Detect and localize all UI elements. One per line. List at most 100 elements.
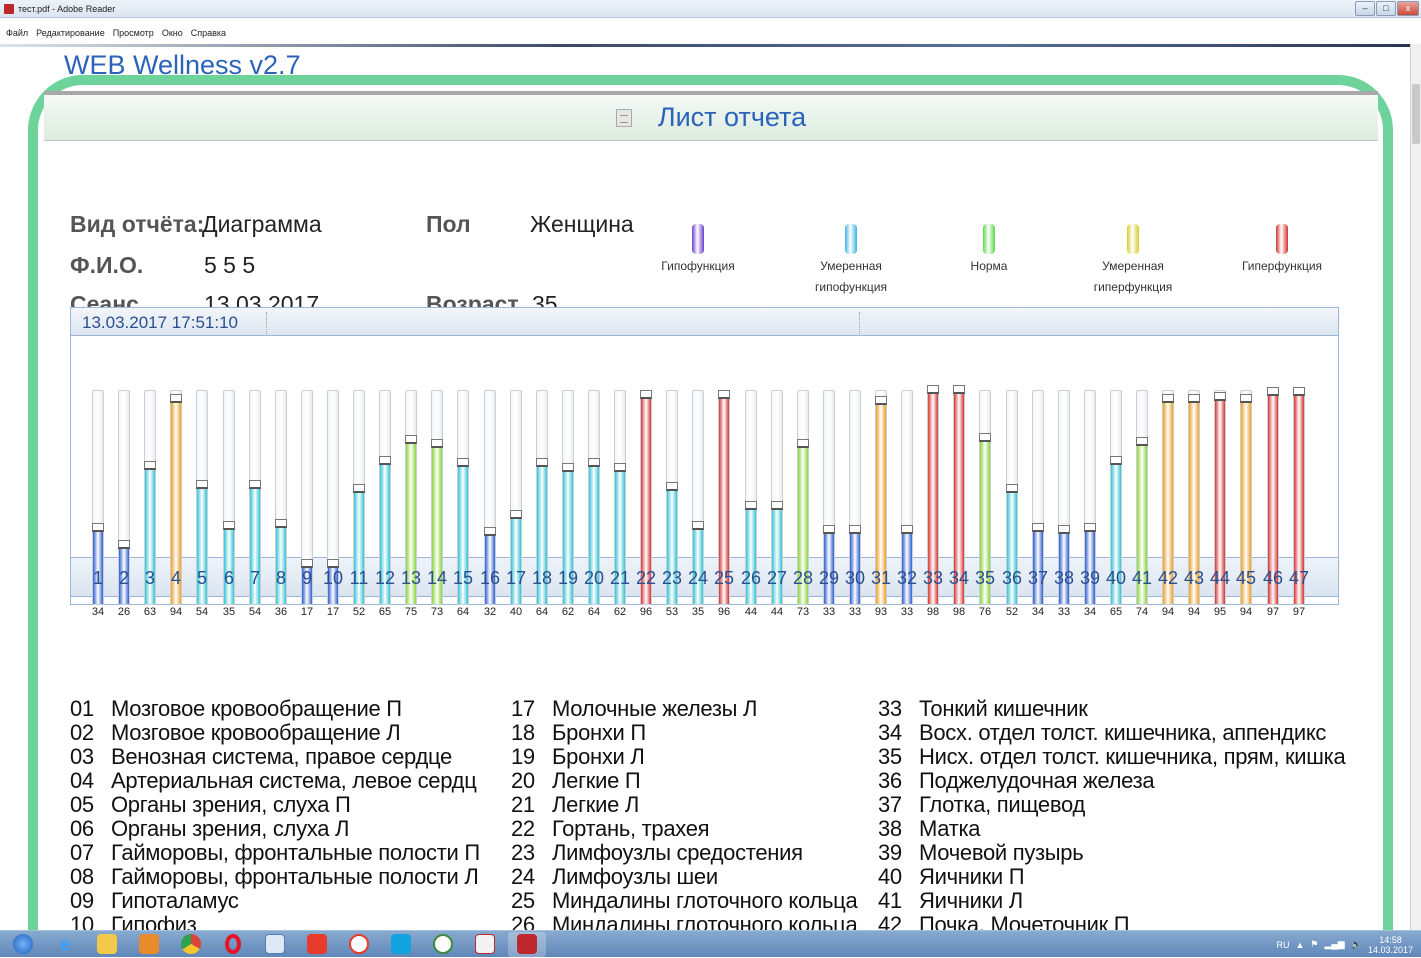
data-label: 94: [169, 606, 183, 618]
organ-name: Венозная система, правое сердце: [111, 744, 452, 769]
data-label: 64: [456, 606, 470, 618]
network-signal-icon[interactable]: ▂▄▆: [1325, 939, 1345, 950]
taskbar-explorer[interactable]: [88, 932, 126, 957]
organ-name: Матка: [919, 816, 981, 841]
data-label: 65: [378, 606, 392, 618]
axis-tick-label: 7: [249, 568, 260, 588]
bar-marker: [823, 525, 835, 534]
presentation-icon: [475, 934, 495, 954]
data-label: 62: [613, 606, 627, 618]
bar-marker: [118, 540, 130, 549]
volume-icon[interactable]: 🔈: [1351, 939, 1362, 950]
organ-name: Миндалины глоточного кольца: [552, 888, 858, 913]
data-label: 94: [1187, 606, 1201, 618]
maximize-button[interactable]: □: [1376, 1, 1396, 16]
taskbar-word[interactable]: [256, 932, 294, 957]
clock-date: 14.03.2017: [1367, 944, 1413, 955]
axis-tick-label: 22: [635, 568, 657, 588]
organ-number: 06: [70, 816, 94, 841]
organ-number: 37: [878, 792, 902, 817]
tray-arrow-icon[interactable]: ▲: [1296, 940, 1305, 950]
clock[interactable]: 14:58 14.03.2017: [1368, 935, 1413, 955]
bar-marker: [1032, 523, 1044, 532]
taskbar-yandex[interactable]: [298, 932, 336, 957]
bar-marker: [979, 433, 991, 442]
taskbar-skype[interactable]: [382, 932, 420, 957]
bar[interactable]: [693, 529, 703, 604]
axis-tick-label: 37: [1027, 568, 1049, 588]
bar-marker: [745, 501, 757, 510]
bar[interactable]: [511, 518, 521, 604]
bar[interactable]: [276, 527, 286, 604]
bar-marker: [405, 435, 417, 444]
data-label: 95: [1213, 606, 1227, 618]
bar[interactable]: [224, 529, 234, 604]
data-label: 64: [587, 606, 601, 618]
axis-tick-label: 29: [818, 568, 840, 588]
taskbar-presentation[interactable]: [466, 932, 504, 957]
bar[interactable]: [772, 509, 782, 604]
taskbar-outlook[interactable]: [130, 932, 168, 957]
taskbar-yandex-browser[interactable]: [340, 932, 378, 957]
clock-time: 14:58: [1379, 934, 1402, 945]
data-label: 33: [848, 606, 862, 618]
data-label: 98: [952, 606, 966, 618]
minimize-button[interactable]: –: [1355, 1, 1375, 16]
bar[interactable]: [746, 509, 756, 604]
axis-tick-label: 40: [1105, 568, 1127, 588]
axis-tick-label: 41: [1131, 568, 1153, 588]
data-label: 98: [926, 606, 940, 618]
axis-tick-label: 24: [687, 568, 709, 588]
bar-marker: [771, 501, 783, 510]
data-label: 44: [770, 606, 784, 618]
bar-marker: [718, 390, 730, 399]
system-tray: RU ▲ ⚑ ▂▄▆ 🔈 14:58 14.03.2017: [1277, 931, 1414, 958]
windows-taskbar: e RU ▲ ⚑ ▂▄▆ 🔈 14:58 14.03.2017: [0, 930, 1421, 957]
tray-flag-icon[interactable]: ⚑: [1310, 939, 1318, 950]
data-label: 17: [300, 606, 314, 618]
chart-header: 13.03.2017 17:51:10: [71, 308, 1338, 336]
organ-number: 17: [511, 696, 535, 721]
organ-list-item: 04 Артериальная система, левое сердц: [70, 770, 477, 792]
axis-tick-label: 36: [1001, 568, 1023, 588]
vertical-scrollbar[interactable]: [1410, 44, 1421, 931]
menu-bar: Файл Редактирование Просмотр Окно Справк…: [0, 28, 226, 42]
organ-list-item: 06 Органы зрения, слуха Л: [70, 818, 349, 840]
organ-list-item: 41 Яичники Л: [878, 890, 1023, 912]
menu-help[interactable]: Справка: [191, 28, 226, 42]
menu-file[interactable]: Файл: [6, 28, 28, 42]
axis-tick-label: 5: [196, 568, 207, 588]
axis-tick-label: 31: [870, 568, 892, 588]
taskbar-network-meter[interactable]: [424, 932, 462, 957]
axis-tick-label: 38: [1053, 568, 1075, 588]
taskbar-ie[interactable]: e: [46, 932, 84, 957]
taskbar-chrome[interactable]: [172, 932, 210, 957]
organ-name: Органы зрения, слуха П: [111, 792, 351, 817]
organ-name: Гипоталамус: [111, 888, 239, 913]
data-label: 96: [639, 606, 653, 618]
axis-tick-label: 47: [1288, 568, 1310, 588]
legend-label: Гиперфункция: [1241, 259, 1323, 273]
data-label: 64: [535, 606, 549, 618]
taskbar-opera[interactable]: [214, 932, 252, 957]
start-button[interactable]: [4, 932, 42, 957]
organ-number: 01: [70, 696, 94, 721]
data-label: 33: [822, 606, 836, 618]
organ-list-item: 19 Бронхи Л: [511, 746, 645, 768]
data-label: 75: [404, 606, 418, 618]
menu-view[interactable]: Просмотр: [113, 28, 154, 42]
taskbar-adobe-reader[interactable]: [508, 931, 546, 957]
yandex-browser-icon: [349, 934, 369, 954]
menu-window[interactable]: Окно: [162, 28, 183, 42]
name-value: 5 5 5: [204, 252, 256, 278]
language-indicator[interactable]: RU: [1277, 940, 1290, 950]
organ-number: 24: [511, 864, 535, 889]
axis-tick-label: 4: [170, 568, 181, 588]
close-button[interactable]: x: [1397, 1, 1419, 16]
menu-edit[interactable]: Редактирование: [36, 28, 105, 42]
data-label: 73: [796, 606, 810, 618]
sheet-title: Лист отчета: [657, 102, 807, 132]
axis-tick-label: 16: [479, 568, 501, 588]
scrollbar-thumb[interactable]: [1412, 84, 1420, 144]
bar-marker: [1267, 387, 1279, 396]
